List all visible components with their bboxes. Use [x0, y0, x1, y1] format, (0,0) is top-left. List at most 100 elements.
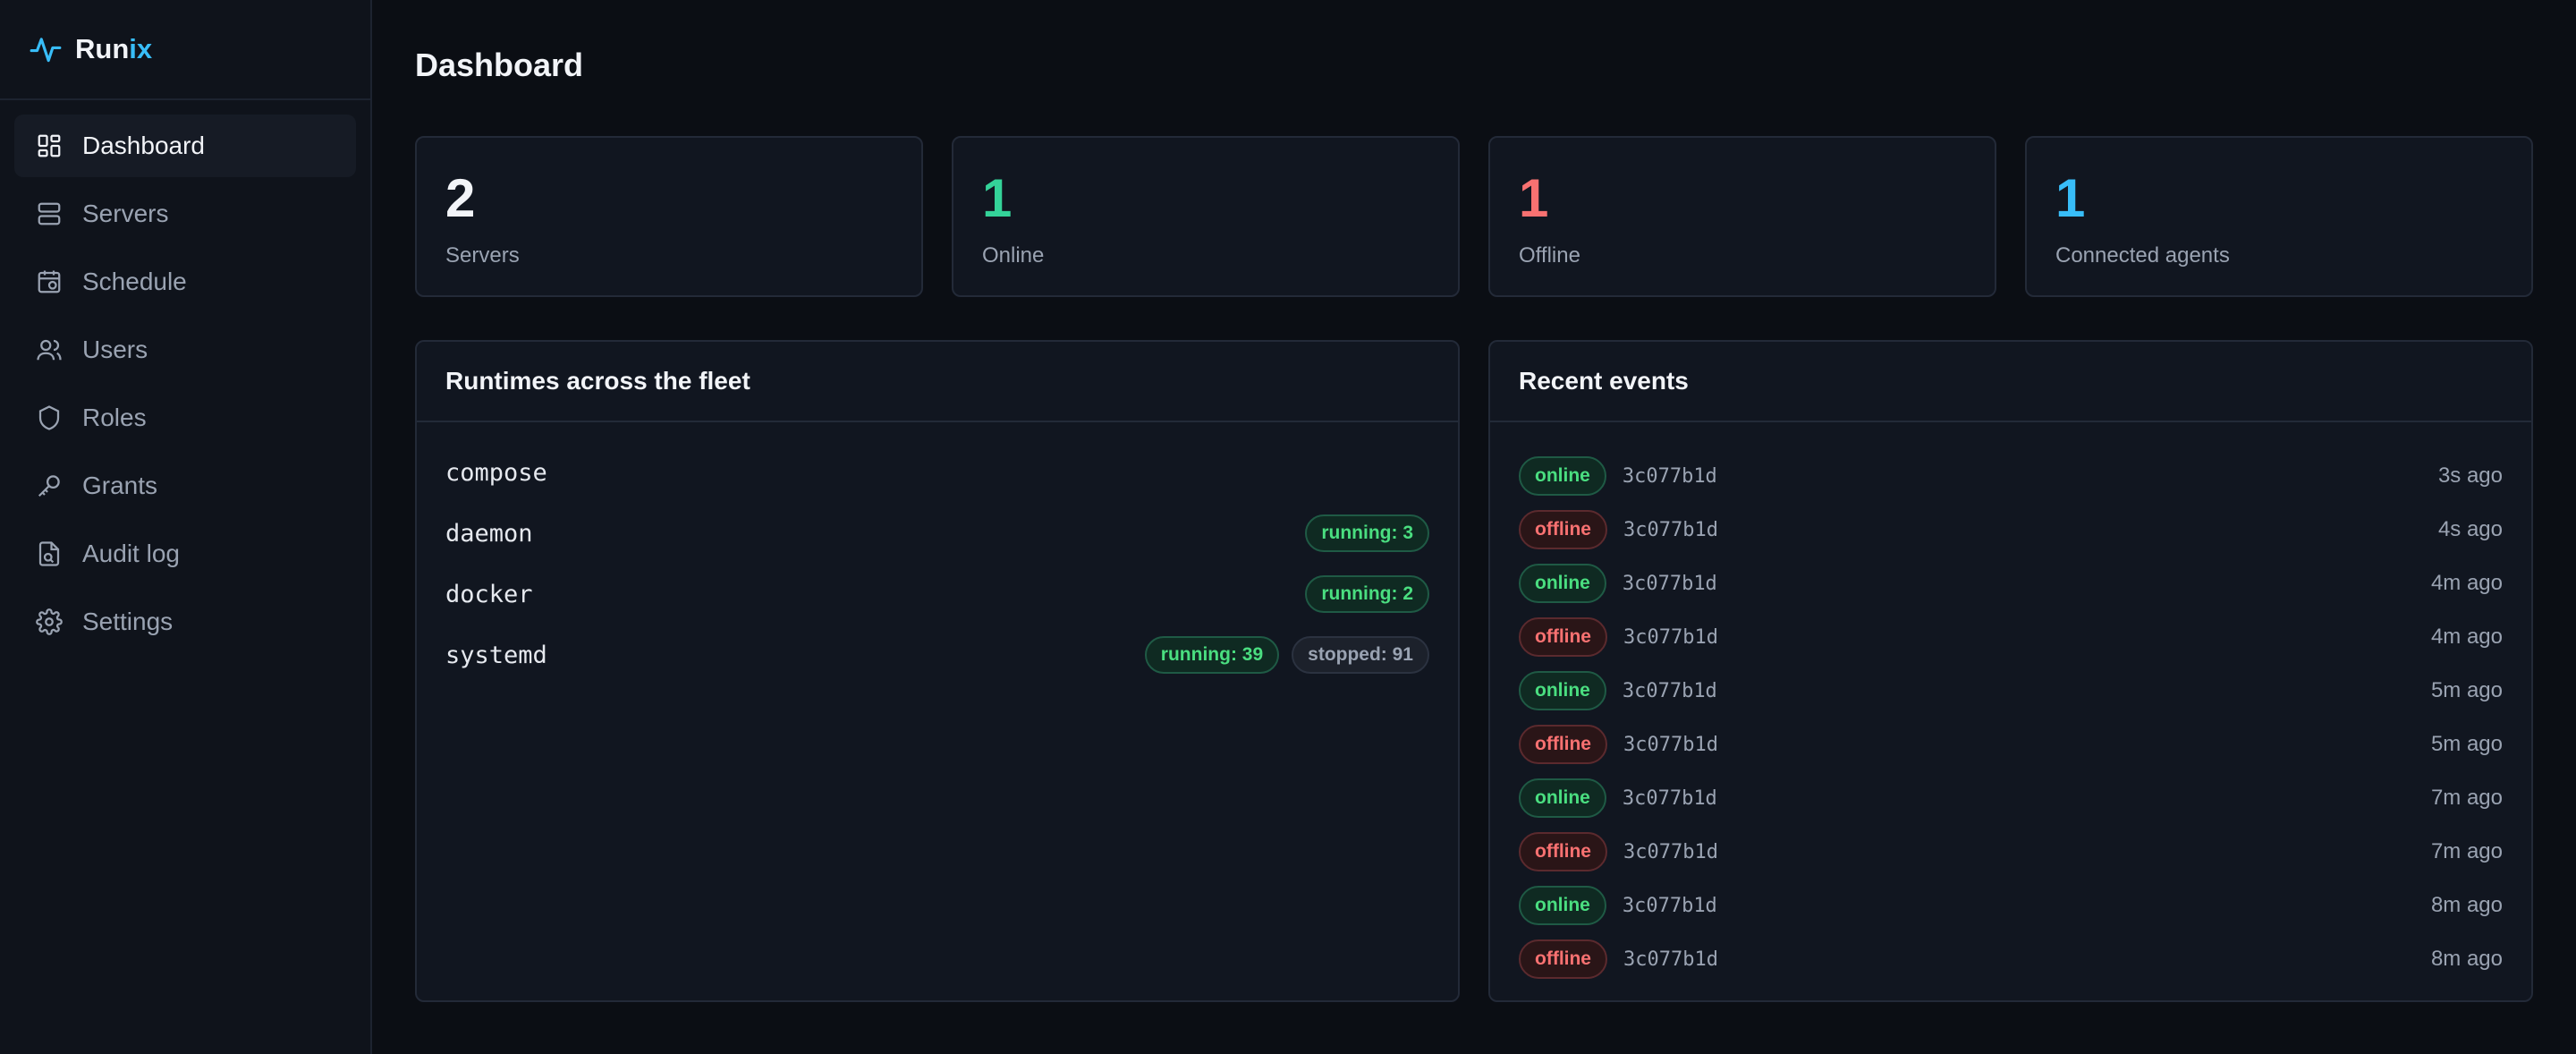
event-id: 3c077b1d [1622, 894, 1717, 917]
sidebar-nav: Dashboard Servers Schedule Users Roles G… [0, 100, 370, 673]
stat-card-online: 1 Online [952, 136, 1460, 297]
runtime-row-daemon: daemon running: 3 [445, 503, 1429, 564]
runtime-badges: running: 39 stopped: 91 [1144, 636, 1429, 674]
sidebar: Runix Dashboard Servers Schedule Users R… [0, 0, 372, 1054]
event-id: 3c077b1d [1622, 786, 1717, 810]
status-badge: online [1519, 456, 1606, 496]
stat-label: Connected agents [2055, 243, 2230, 268]
stat-value: 1 [982, 168, 1013, 228]
key-icon [38, 475, 60, 497]
event-list: online 3c077b1d 3s ago offline 3c077b1d … [1490, 422, 2531, 986]
runtime-row-docker: docker running: 2 [445, 564, 1429, 625]
sidebar-item-audit-log[interactable]: Audit log [14, 523, 356, 585]
stat-card-offline: 1 Offline [1488, 136, 1996, 297]
sidebar-item-grants[interactable]: Grants [14, 455, 356, 517]
runtime-list: compose daemon running: 3 docker running… [417, 422, 1458, 705]
stat-card-servers: 2 Servers [415, 136, 923, 297]
runtime-row-compose: compose [445, 442, 1429, 503]
sidebar-item-servers[interactable]: Servers [14, 183, 356, 245]
event-time: 7m ago [2430, 839, 2503, 863]
runtime-name: compose [445, 458, 547, 487]
shield-icon [38, 405, 60, 430]
running-badge: running: 2 [1305, 575, 1429, 613]
sidebar-item-settings[interactable]: Settings [14, 591, 356, 653]
event-time: 5m ago [2430, 678, 2503, 702]
audit-icon [38, 541, 60, 566]
sidebar-item-label: Audit log [82, 540, 180, 567]
status-badge: offline [1519, 510, 1607, 549]
page-title: Dashboard [415, 47, 584, 83]
event-time: 8m ago [2430, 893, 2503, 917]
event-id: 3c077b1d [1622, 572, 1717, 595]
stopped-badge: stopped: 91 [1292, 636, 1429, 674]
status-badge: online [1519, 778, 1606, 818]
sidebar-item-label: Dashboard [82, 132, 205, 159]
event-row: online 3c077b1d 3s ago [1519, 449, 2503, 503]
event-row: online 3c077b1d 8m ago [1519, 879, 2503, 932]
status-badge: offline [1519, 832, 1607, 871]
sidebar-item-label: Settings [82, 608, 174, 635]
users-icon [37, 339, 62, 361]
brand-name: Runix [75, 33, 152, 65]
status-badge: offline [1519, 939, 1607, 979]
event-row: online 3c077b1d 5m ago [1519, 664, 2503, 718]
stat-value: 1 [1519, 168, 1549, 228]
stat-label: Servers [445, 243, 520, 268]
app: Runix Dashboard Servers Schedule Users R… [0, 0, 2576, 1054]
event-row: offline 3c077b1d 7m ago [1519, 825, 2503, 879]
runtime-badges: running: 3 [1305, 514, 1429, 552]
sidebar-item-users[interactable]: Users [14, 319, 356, 381]
event-time: 3s ago [2437, 463, 2503, 488]
event-row: offline 3c077b1d 5m ago [1519, 718, 2503, 771]
event-id: 3c077b1d [1623, 625, 1718, 649]
event-time: 4m ago [2430, 571, 2503, 595]
status-badge: online [1519, 886, 1606, 925]
sidebar-item-roles[interactable]: Roles [14, 387, 356, 449]
sidebar-item-schedule[interactable]: Schedule [14, 251, 356, 313]
panels-row: Runtimes across the fleet compose daemon… [415, 340, 2533, 1002]
stat-value: 1 [2055, 168, 2086, 228]
stat-value: 2 [445, 168, 476, 228]
sidebar-item-label: Users [82, 336, 148, 363]
event-time: 5m ago [2430, 732, 2503, 756]
sidebar-item-label: Roles [82, 404, 147, 431]
event-id: 3c077b1d [1623, 518, 1718, 541]
runtime-name: systemd [445, 641, 547, 669]
runtimes-panel: Runtimes across the fleet compose daemon… [415, 340, 1460, 1002]
event-row: online 3c077b1d 7m ago [1519, 771, 2503, 825]
event-row: offline 3c077b1d 4s ago [1519, 503, 2503, 557]
event-time: 4s ago [2437, 517, 2503, 541]
running-badge: running: 39 [1144, 636, 1280, 674]
event-row: online 3c077b1d 4m ago [1519, 557, 2503, 610]
running-badge: running: 3 [1305, 514, 1429, 552]
runtime-row-systemd: systemd running: 39 stopped: 91 [445, 625, 1429, 685]
servers-icon [38, 202, 61, 225]
runtime-badges: running: 2 [1305, 575, 1429, 613]
calendar-icon [38, 270, 61, 293]
status-badge: offline [1519, 725, 1607, 764]
status-badge: offline [1519, 617, 1607, 657]
sidebar-item-label: Servers [82, 200, 169, 227]
sidebar-item-dashboard[interactable]: Dashboard [14, 115, 356, 177]
event-id: 3c077b1d [1622, 679, 1717, 702]
runtime-name: daemon [445, 519, 533, 548]
status-badge: online [1519, 671, 1606, 710]
event-time: 8m ago [2430, 947, 2503, 971]
event-time: 7m ago [2430, 786, 2503, 810]
stat-label: Offline [1519, 243, 1580, 268]
runtime-name: docker [445, 580, 533, 608]
status-badge: online [1519, 564, 1606, 603]
sidebar-item-label: Grants [82, 472, 158, 499]
runtimes-panel-title: Runtimes across the fleet [417, 342, 1458, 422]
pulse-logo-icon [30, 38, 62, 63]
stat-label: Online [982, 243, 1045, 268]
events-panel-title: Recent events [1490, 342, 2531, 422]
dashboard-icon [38, 134, 61, 157]
events-panel: Recent events online 3c077b1d 3s ago off… [1488, 340, 2533, 1002]
event-id: 3c077b1d [1622, 464, 1717, 488]
event-time: 4m ago [2430, 625, 2503, 649]
brand[interactable]: Runix [0, 0, 370, 100]
event-id: 3c077b1d [1623, 948, 1718, 971]
sidebar-item-label: Schedule [82, 268, 187, 295]
brand-name-accent: ix [129, 33, 153, 64]
